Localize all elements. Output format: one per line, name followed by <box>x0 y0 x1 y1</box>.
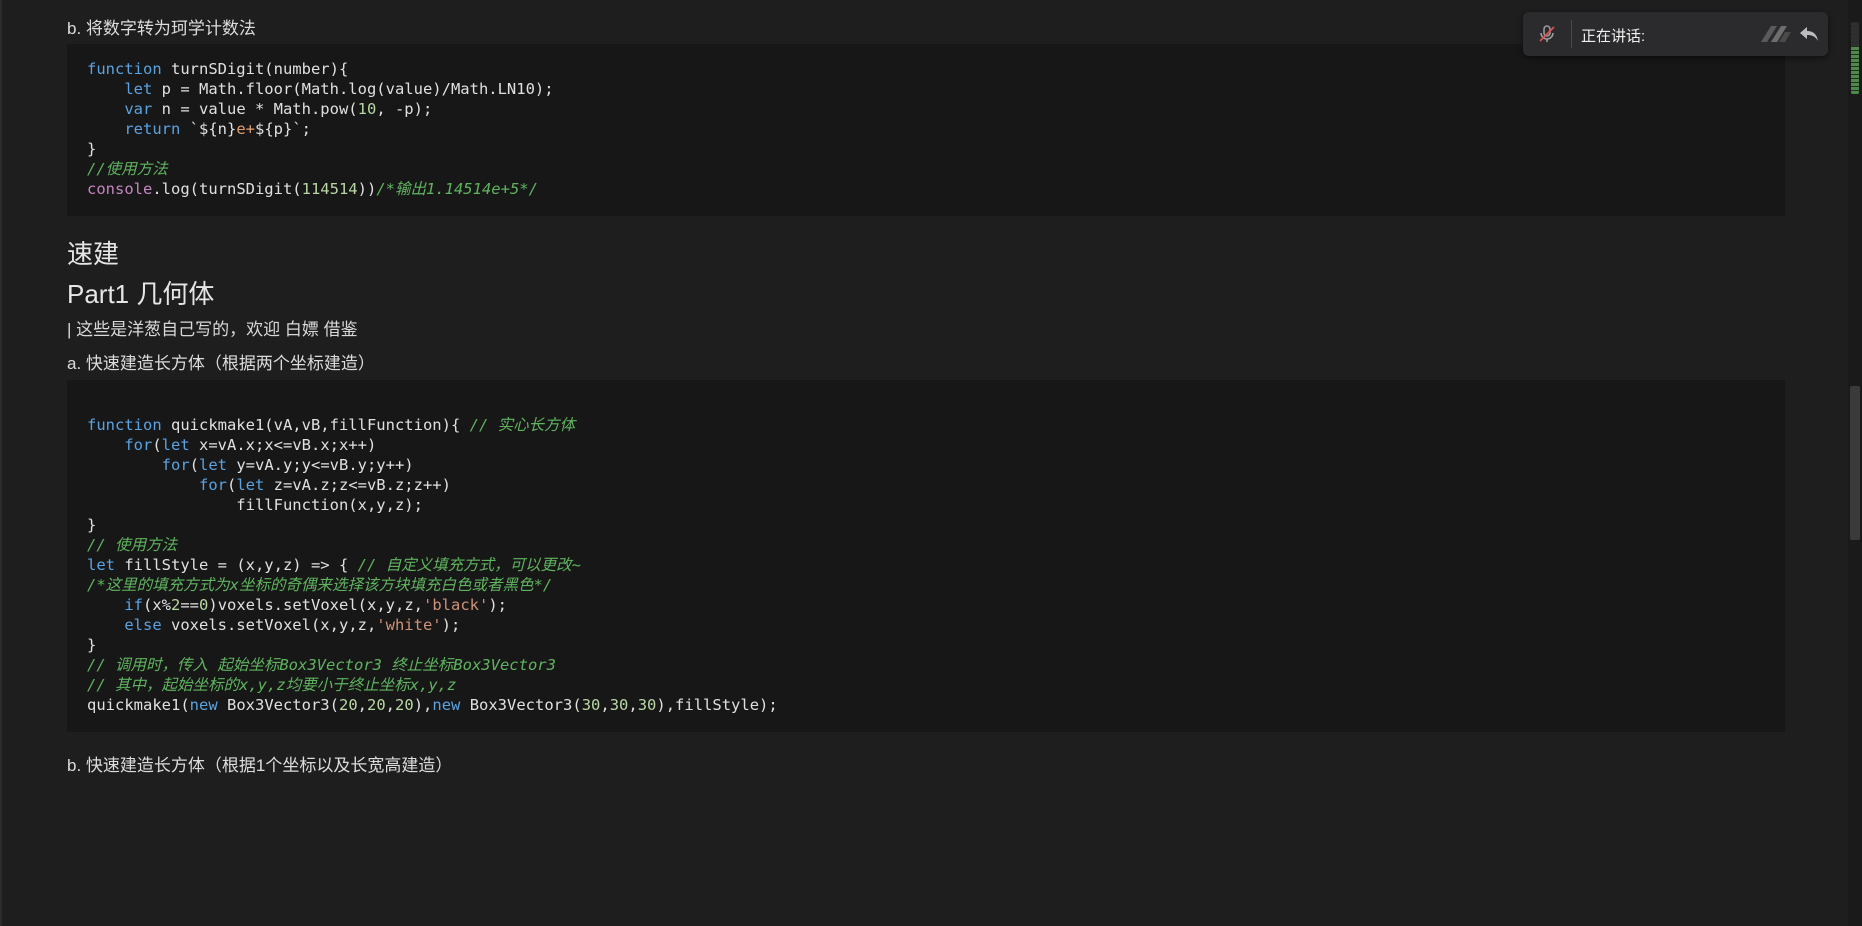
voice-chat-widget: 正在讲话: <box>1523 12 1828 56</box>
meter-bar <box>1851 75 1859 78</box>
document-page: b. 将数字转为珂学计数法 function turnSDigit(number… <box>0 0 1862 926</box>
meter-bar <box>1851 67 1859 70</box>
scrollbar-thumb[interactable] <box>1850 386 1860 540</box>
cuboid-one-point-heading: b. 快速建造长方体（根据1个坐标以及长宽高建造） <box>67 756 453 775</box>
meter-bar <box>1851 91 1859 94</box>
code-block-quickmake[interactable]: function quickmake1(vA,vB,fillFunction){… <box>67 380 1785 732</box>
meter-bar <box>1851 71 1859 74</box>
meter-bar <box>1851 47 1859 50</box>
intro-quote: | 这些是洋葱自己写的，欢迎 白嫖 借鉴 <box>67 320 358 339</box>
mic-muted-icon[interactable] <box>1537 24 1557 44</box>
meter-bar <box>1851 55 1859 58</box>
meter-bar <box>1851 35 1859 38</box>
meter-bar <box>1851 31 1859 34</box>
app-logo-icon <box>1761 26 1791 42</box>
meter-bar <box>1851 51 1859 54</box>
meter-bar <box>1851 39 1859 42</box>
code-line: else voxels.setVoxel(x,y,z,'white'); <box>124 616 461 634</box>
code-line: return `${n}e+${p}`; <box>124 120 311 138</box>
meter-bar <box>1851 63 1859 66</box>
meter-bar <box>1851 87 1859 90</box>
meter-bar <box>1851 79 1859 82</box>
code-line: console.log(turnSDigit(114514))/*输出1.145… <box>87 180 538 198</box>
code-block-digit[interactable]: function turnSDigit(number){ let p = Mat… <box>67 44 1785 216</box>
meter-bar <box>1851 43 1859 46</box>
cuboid-two-points-heading: a. 快速建造长方体（根据两个坐标建造） <box>67 354 375 373</box>
title-sujian: 速建 <box>67 239 120 269</box>
reply-arrow-icon[interactable] <box>1797 22 1821 46</box>
audio-level-meter <box>1851 22 1859 94</box>
digit-heading: b. 将数字转为珂学计数法 <box>67 19 256 38</box>
meter-bar <box>1851 83 1859 86</box>
meter-bar <box>1851 27 1859 30</box>
title-part1: Part1 几何体 <box>67 279 215 309</box>
meter-bar <box>1851 23 1859 26</box>
code-line: fillFunction(x,y,z); <box>87 496 423 514</box>
code-line: quickmake1(new Box3Vector3(20,20,20),new… <box>87 696 778 714</box>
widget-divider <box>1571 20 1572 48</box>
speaking-label: 正在讲话: <box>1581 28 1646 45</box>
meter-bar <box>1851 59 1859 62</box>
left-edge <box>0 0 2 926</box>
